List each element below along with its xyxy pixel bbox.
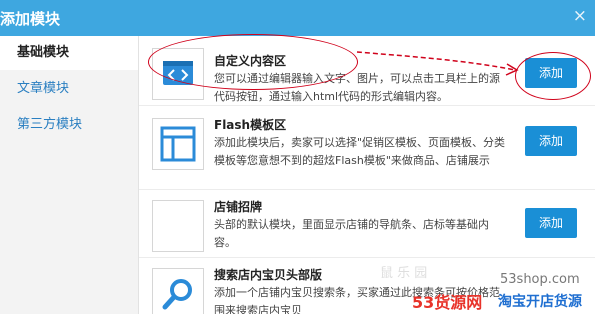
dialog-titlebar: 添加模块 × xyxy=(0,0,595,36)
watermark-slogan: 淘宝开店货源 xyxy=(498,294,582,310)
sidebar-item-basic[interactable]: 基础模块 xyxy=(0,36,138,70)
module-title: Flash模板区 xyxy=(214,118,287,132)
module-title: 搜索店内宝贝头部版 xyxy=(214,268,323,282)
module-title: 店铺招牌 xyxy=(214,200,263,214)
add-button[interactable]: 添加 xyxy=(525,126,577,156)
module-description: 头部的默认模块，里面显示店铺的导航条、店标等基础内容。 xyxy=(214,218,489,249)
signboard-icon xyxy=(152,200,204,252)
dialog-title: 添加模块 xyxy=(0,10,61,28)
search-icon xyxy=(152,268,204,314)
sidebar: 基础模块 文章模块 第三方模块 xyxy=(0,36,139,314)
watermark-site: 53shop.com xyxy=(500,272,580,287)
add-button[interactable]: 添加 xyxy=(525,208,577,238)
module-description: 添加此模块后，卖家可以选择"促销区模板、页面模板、分类模板等您意想不到的超炫Fl… xyxy=(214,136,506,167)
close-icon[interactable]: × xyxy=(573,6,587,26)
list-item: Flash模板区 添加此模块后，卖家可以选择"促销区模板、页面模板、分类模板等您… xyxy=(139,106,595,190)
sidebar-item-article[interactable]: 文章模块 xyxy=(0,72,138,106)
annotation-oval xyxy=(515,52,591,100)
layout-icon xyxy=(152,118,204,170)
sidebar-item-third-party[interactable]: 第三方模块 xyxy=(0,108,138,142)
list-item: 店铺招牌 头部的默认模块，里面显示店铺的导航条、店标等基础内容。 添加 xyxy=(139,190,595,258)
annotation-oval xyxy=(148,34,358,90)
watermark-brand: 53货源网 xyxy=(412,293,483,312)
watermark-faint: 鼠 乐 园 xyxy=(380,266,428,281)
annotation-arrow xyxy=(356,51,519,76)
